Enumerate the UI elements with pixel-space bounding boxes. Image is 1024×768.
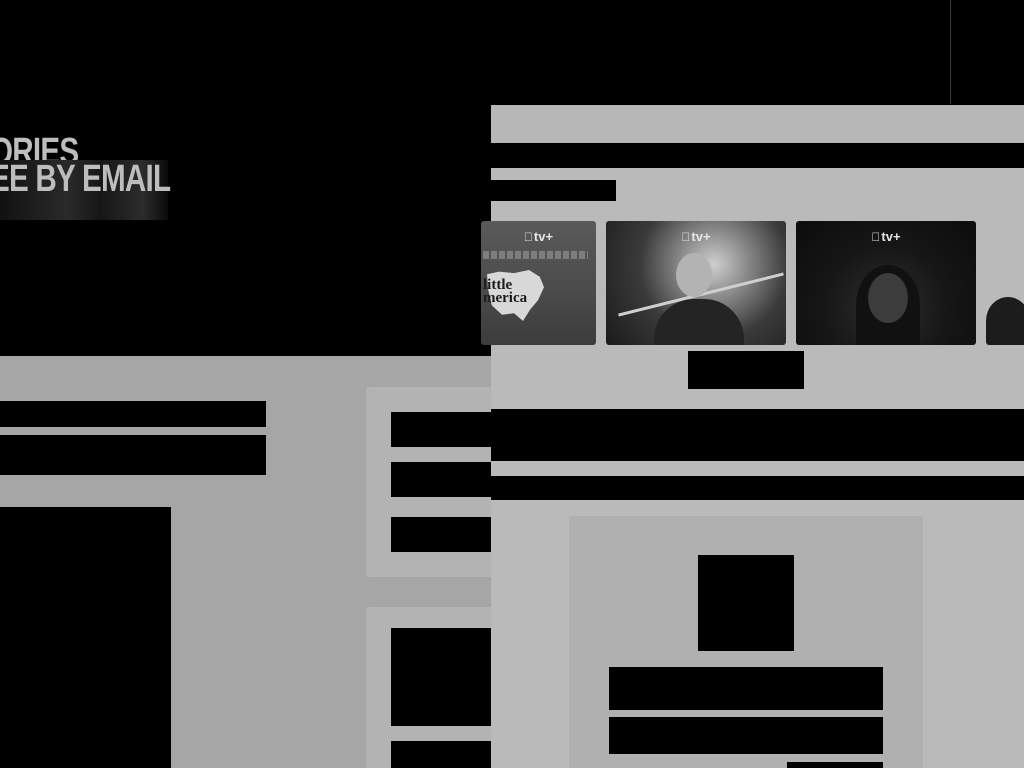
background-card[interactable] bbox=[366, 387, 506, 577]
poster-series[interactable]: tv+ bbox=[796, 221, 976, 345]
redacted-text-block bbox=[391, 462, 506, 497]
hero-headline-line1: ORIES bbox=[0, 131, 79, 160]
poster-art bbox=[654, 299, 744, 345]
redacted-header-band bbox=[491, 143, 1024, 168]
redacted-image-block bbox=[391, 628, 506, 726]
poster-title: little merica bbox=[483, 277, 528, 306]
hero-headline: ORIES EE BY EMAIL bbox=[0, 131, 177, 200]
poster-badge: tv+ bbox=[481, 229, 596, 244]
poster-series-partial[interactable] bbox=[986, 221, 1024, 345]
redacted-text-block bbox=[0, 401, 266, 427]
offer-card bbox=[569, 516, 923, 768]
background-card[interactable] bbox=[366, 607, 506, 768]
redacted-subheading bbox=[491, 476, 1024, 500]
panel-top-bar bbox=[491, 105, 1024, 143]
hero-headline-line2: EE BY EMAIL bbox=[0, 158, 171, 200]
redacted-text-block bbox=[0, 435, 266, 475]
redacted-text-block bbox=[391, 741, 506, 768]
redacted-image-block bbox=[0, 507, 171, 768]
redacted-text-block bbox=[609, 717, 883, 754]
redacted-cta-button[interactable] bbox=[688, 351, 804, 389]
poster-art bbox=[868, 273, 908, 323]
poster-art bbox=[986, 297, 1024, 345]
redacted-heading bbox=[491, 409, 1024, 461]
redacted-text-block bbox=[391, 412, 506, 447]
overlay-panel: tv+ little merica tv+ tv+ bbox=[481, 105, 1024, 768]
poster-art bbox=[676, 253, 712, 297]
poster-tagline bbox=[483, 251, 588, 259]
redacted-button[interactable] bbox=[787, 762, 883, 768]
redacted-label bbox=[491, 180, 616, 201]
poster-little-america[interactable]: tv+ little merica bbox=[481, 221, 596, 345]
header-divider bbox=[950, 0, 951, 104]
poster-badge: tv+ bbox=[796, 229, 976, 244]
apple-logo-icon:  bbox=[871, 230, 880, 244]
redacted-text-block bbox=[609, 667, 883, 710]
apple-logo-icon:  bbox=[524, 230, 533, 244]
poster-badge: tv+ bbox=[606, 229, 786, 244]
redacted-icon bbox=[698, 555, 794, 651]
poster-series[interactable]: tv+ bbox=[606, 221, 786, 345]
redacted-text-block bbox=[391, 517, 506, 552]
apple-logo-icon:  bbox=[681, 230, 690, 244]
